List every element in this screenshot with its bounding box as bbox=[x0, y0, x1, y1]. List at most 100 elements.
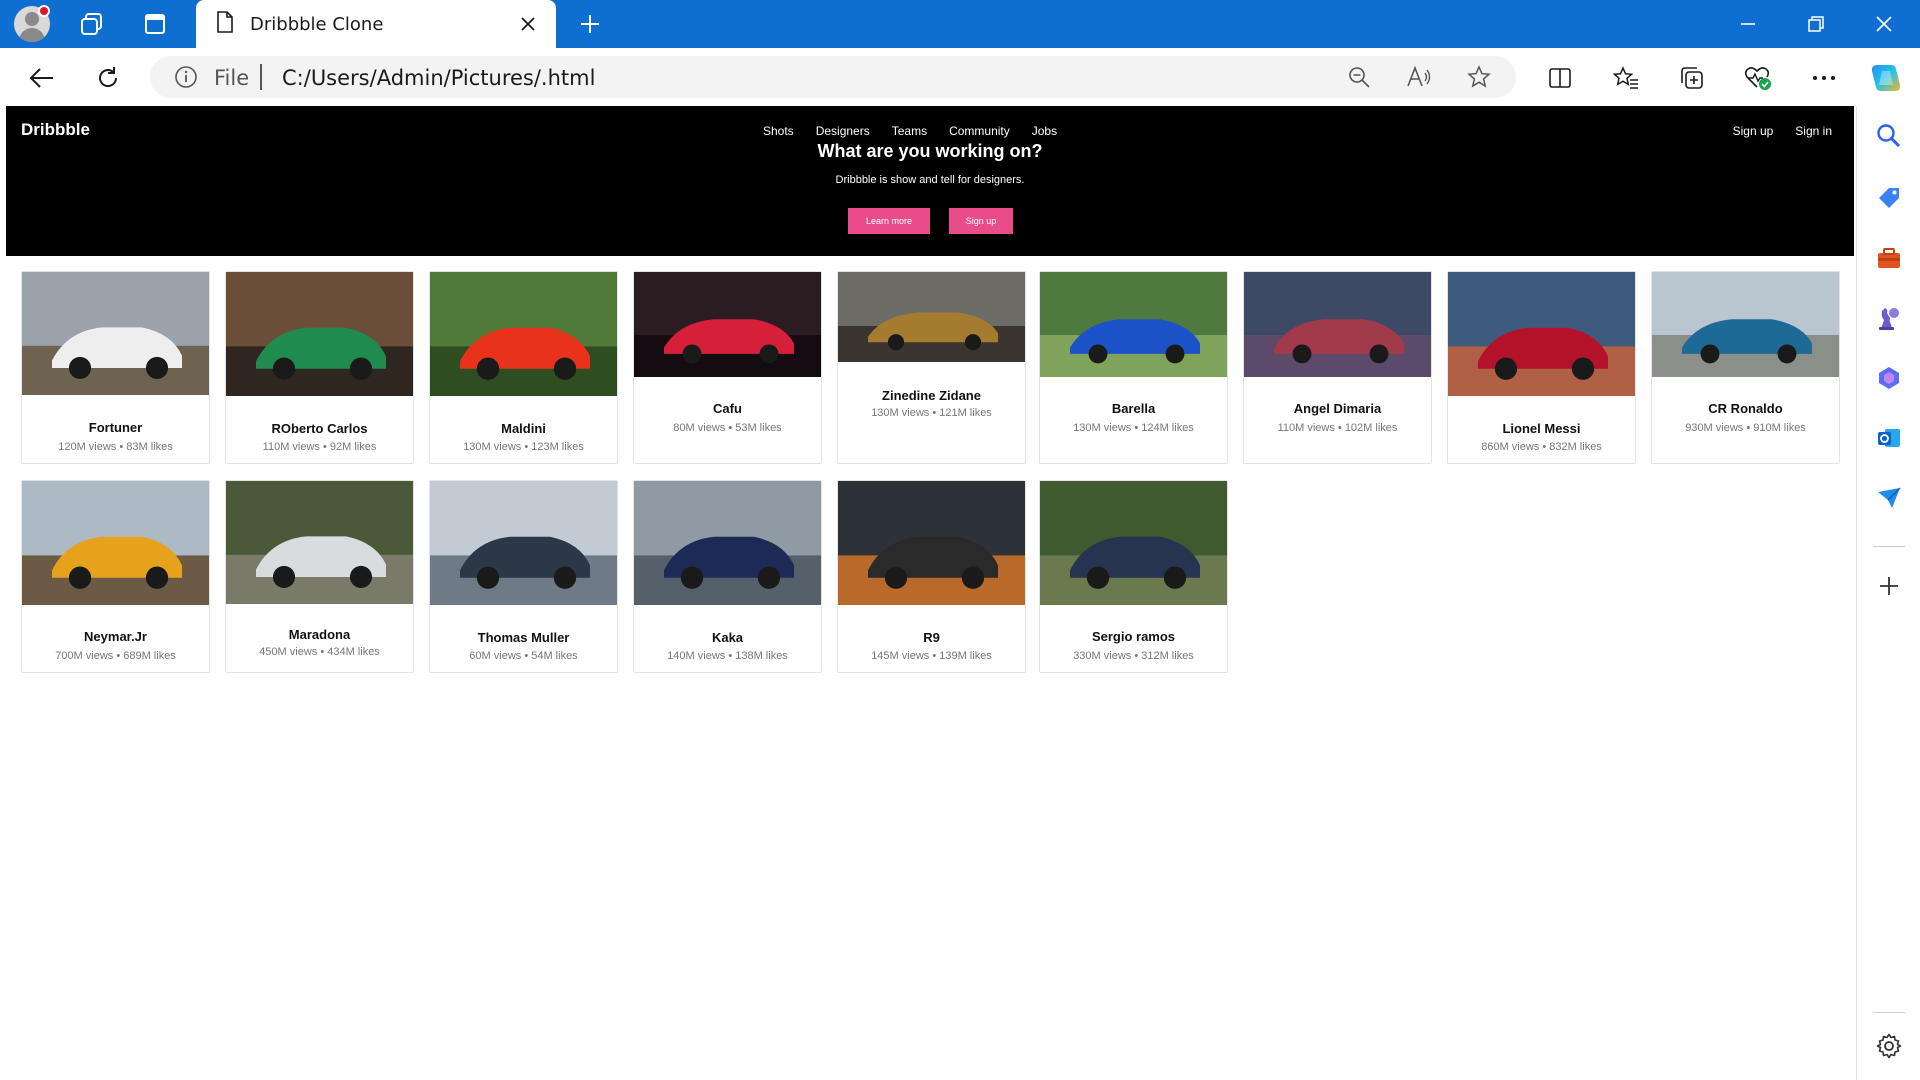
shot-card[interactable]: R9 145M views • 139M likes bbox=[837, 480, 1026, 673]
shot-title[interactable]: Angel Dimaria bbox=[1244, 401, 1431, 416]
tools-icon[interactable] bbox=[1873, 242, 1905, 274]
car-image[interactable] bbox=[226, 481, 413, 604]
notification-dot bbox=[38, 5, 50, 17]
new-tab-button[interactable] bbox=[574, 8, 606, 40]
shot-title[interactable]: Fortuner bbox=[22, 420, 209, 435]
copilot-icon[interactable] bbox=[1866, 58, 1906, 98]
shot-card[interactable]: Kaka 140M views • 138M likes bbox=[633, 480, 822, 673]
site-logo[interactable]: Dribbble bbox=[21, 120, 90, 140]
car-image[interactable] bbox=[1448, 272, 1635, 396]
active-tab[interactable]: Dribbble Clone bbox=[196, 0, 556, 48]
address-bar[interactable]: File C:/Users/Admin/Pictures/.html bbox=[150, 56, 1516, 98]
shot-card[interactable]: Lionel Messi 860M views • 832M likes bbox=[1447, 271, 1636, 464]
shot-stats: 140M views • 138M likes bbox=[667, 650, 788, 662]
shot-title[interactable]: Lionel Messi bbox=[1448, 421, 1635, 436]
send-icon[interactable] bbox=[1873, 482, 1905, 514]
settings-gear-icon[interactable] bbox=[1873, 1030, 1905, 1062]
shot-card[interactable]: Zinedine Zidane 130M views • 121M likes bbox=[837, 271, 1026, 464]
shot-title[interactable]: Barella bbox=[1040, 401, 1227, 416]
microsoft-365-icon[interactable] bbox=[1873, 362, 1905, 394]
shot-title[interactable]: Thomas Muller bbox=[430, 630, 617, 645]
more-menu-icon[interactable] bbox=[1804, 58, 1844, 98]
add-icon[interactable] bbox=[1873, 570, 1905, 602]
nav-jobs[interactable]: Jobs bbox=[1032, 124, 1057, 138]
outlook-icon[interactable] bbox=[1873, 422, 1905, 454]
car-image[interactable] bbox=[1040, 272, 1227, 377]
shot-card[interactable]: ROberto Carlos 110M views • 92M likes bbox=[225, 271, 414, 464]
shot-stats: 860M views • 832M likes bbox=[1481, 441, 1602, 453]
shot-card[interactable]: Angel Dimaria 110M views • 102M likes bbox=[1243, 271, 1432, 464]
address-url[interactable]: C:/Users/Admin/Pictures/.html bbox=[282, 66, 595, 90]
shot-title[interactable]: Neymar.Jr bbox=[22, 629, 209, 644]
back-button[interactable] bbox=[22, 58, 62, 98]
shot-card[interactable]: Thomas Muller 60M views • 54M likes bbox=[429, 480, 618, 673]
nav-shots[interactable]: Shots bbox=[763, 124, 794, 138]
collections-icon[interactable] bbox=[1672, 58, 1712, 98]
split-screen-icon[interactable] bbox=[1540, 58, 1580, 98]
shot-card[interactable]: Cafu 80M views • 53M likes bbox=[633, 271, 822, 464]
car-image[interactable] bbox=[1040, 481, 1227, 605]
shot-stats: 700M views • 689M likes bbox=[55, 650, 176, 662]
site-info-icon[interactable] bbox=[174, 65, 198, 89]
sign-in-link[interactable]: Sign in bbox=[1795, 124, 1832, 138]
workspaces-icon[interactable] bbox=[76, 8, 108, 40]
edge-sidebar bbox=[1856, 106, 1920, 1080]
shot-title[interactable]: Maldini bbox=[430, 421, 617, 436]
nav-teams[interactable]: Teams bbox=[892, 124, 927, 138]
shot-card[interactable]: Maradona 450M views • 434M likes bbox=[225, 480, 414, 673]
car-image[interactable] bbox=[430, 481, 617, 605]
search-icon[interactable] bbox=[1873, 120, 1905, 152]
shot-stats: 130M views • 124M likes bbox=[1073, 422, 1194, 434]
refresh-button[interactable] bbox=[88, 58, 128, 98]
sign-up-link[interactable]: Sign up bbox=[1733, 124, 1774, 138]
car-image[interactable] bbox=[838, 272, 1025, 362]
shopping-tag-icon[interactable] bbox=[1873, 182, 1905, 214]
page-icon bbox=[216, 10, 234, 38]
shot-card[interactable]: Barella 130M views • 124M likes bbox=[1039, 271, 1228, 464]
shot-title[interactable]: Sergio ramos bbox=[1040, 629, 1227, 644]
shot-stats: 130M views • 123M likes bbox=[463, 441, 584, 453]
restore-button[interactable] bbox=[1782, 0, 1850, 48]
car-image[interactable] bbox=[226, 272, 413, 396]
shot-card[interactable]: Sergio ramos 330M views • 312M likes bbox=[1039, 480, 1228, 673]
shot-card[interactable]: Fortuner 120M views • 83M likes bbox=[21, 271, 210, 464]
shot-stats: 330M views • 312M likes bbox=[1073, 650, 1194, 662]
shot-stats: 60M views • 54M likes bbox=[469, 650, 578, 662]
close-tab-icon[interactable] bbox=[516, 12, 540, 36]
shot-title[interactable]: ROberto Carlos bbox=[226, 421, 413, 436]
shot-title[interactable]: Kaka bbox=[634, 630, 821, 645]
car-image[interactable] bbox=[634, 272, 821, 377]
shot-card[interactable]: Maldini 130M views • 123M likes bbox=[429, 271, 618, 464]
browser-title-bar: Dribbble Clone bbox=[0, 0, 1920, 48]
favorite-star-icon[interactable] bbox=[1466, 64, 1492, 90]
car-image[interactable] bbox=[1652, 272, 1839, 377]
shot-title[interactable]: CR Ronaldo bbox=[1652, 401, 1839, 416]
car-image[interactable] bbox=[22, 481, 209, 605]
shot-title[interactable]: Cafu bbox=[634, 401, 821, 416]
shot-stats: 110M views • 92M likes bbox=[262, 441, 377, 453]
car-image[interactable] bbox=[1244, 272, 1431, 377]
nav-community[interactable]: Community bbox=[949, 124, 1010, 138]
vertical-tabs-icon[interactable] bbox=[139, 8, 171, 40]
shot-title[interactable]: R9 bbox=[838, 630, 1025, 645]
shot-title[interactable]: Zinedine Zidane bbox=[838, 388, 1025, 403]
shot-title[interactable]: Maradona bbox=[226, 627, 413, 642]
close-window-button[interactable] bbox=[1850, 0, 1918, 48]
car-image[interactable] bbox=[22, 272, 209, 395]
read-aloud-icon[interactable] bbox=[1406, 64, 1432, 90]
games-icon[interactable] bbox=[1873, 302, 1905, 334]
car-image[interactable] bbox=[838, 481, 1025, 605]
minimize-button[interactable] bbox=[1714, 0, 1782, 48]
shot-card[interactable]: Neymar.Jr 700M views • 689M likes bbox=[21, 480, 210, 673]
browser-essentials-icon[interactable] bbox=[1738, 58, 1778, 98]
zoom-out-icon[interactable] bbox=[1346, 64, 1372, 90]
nav-designers[interactable]: Designers bbox=[816, 124, 870, 138]
favorites-icon[interactable] bbox=[1606, 58, 1646, 98]
learn-more-button[interactable]: Learn more bbox=[848, 208, 930, 234]
hero-sign-up-button[interactable]: Sign up bbox=[949, 208, 1013, 234]
car-image[interactable] bbox=[634, 481, 821, 605]
shot-card[interactable]: CR Ronaldo 930M views • 910M likes bbox=[1651, 271, 1840, 464]
browser-toolbar: File C:/Users/Admin/Pictures/.html bbox=[0, 48, 1920, 106]
car-image[interactable] bbox=[430, 272, 617, 396]
hero-subtitle: Dribbble is show and tell for designers. bbox=[835, 174, 1025, 186]
